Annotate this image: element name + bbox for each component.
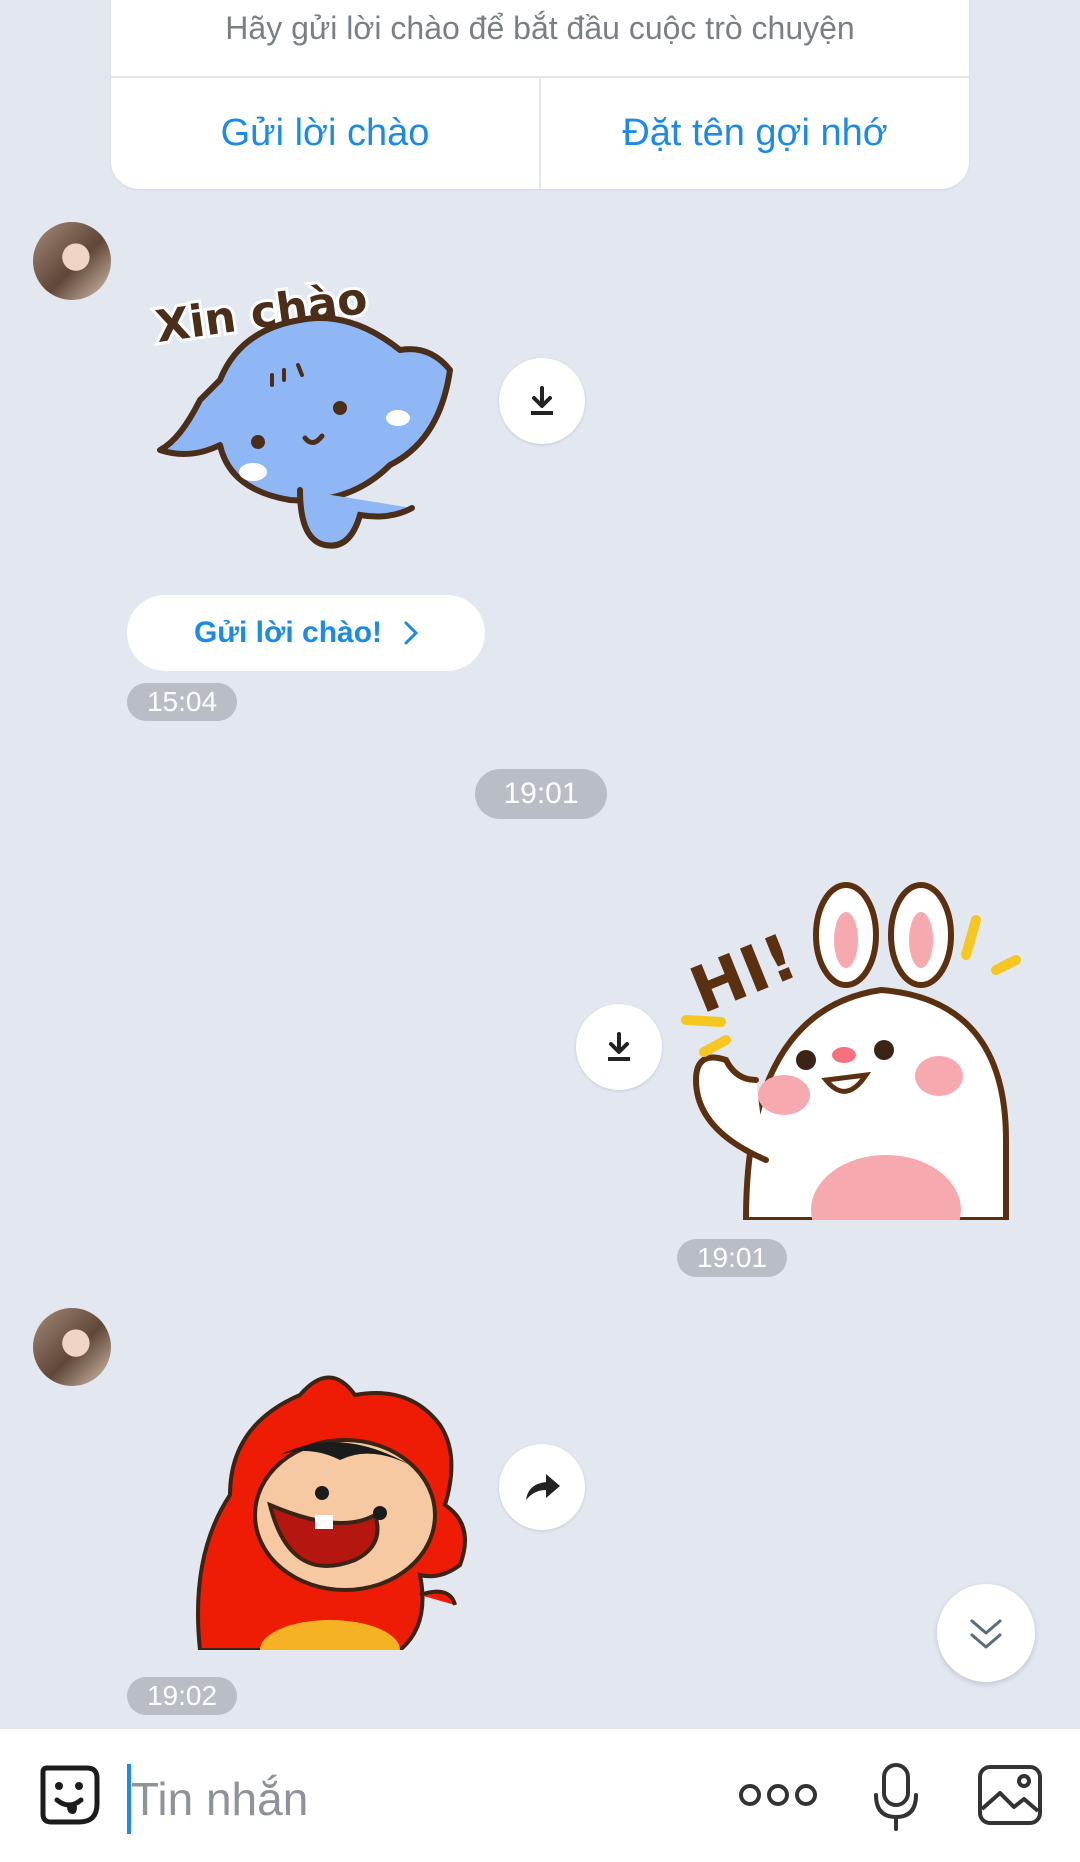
greeting-reply-button[interactable]: Gửi lời chào! (127, 595, 485, 671)
greeting-reply-label: Gửi lời chào! (193, 616, 383, 649)
sticker-caption: HI! (681, 920, 808, 1029)
download-button[interactable] (499, 358, 585, 444)
download-icon (531, 386, 553, 415)
message-time: 19:01 (677, 1239, 787, 1277)
message-time: 15:04 (127, 683, 237, 721)
sticker-emoji-icon (40, 1765, 100, 1825)
emoji-sticker-button[interactable] (34, 1759, 106, 1831)
set-nickname-button[interactable]: Đặt tên gợi nhớ (541, 78, 969, 189)
avatar[interactable] (33, 222, 111, 300)
scroll-to-bottom-button[interactable] (937, 1584, 1035, 1682)
message-input[interactable] (127, 1769, 691, 1829)
microphone-icon (874, 1763, 918, 1831)
sticker-xin-chao[interactable]: Xin chào (150, 250, 470, 550)
download-button[interactable] (576, 1004, 662, 1090)
send-greeting-button[interactable]: Gửi lời chào (111, 78, 539, 189)
time-divider: 19:01 (475, 769, 607, 819)
image-button[interactable] (974, 1759, 1046, 1831)
intro-subtitle: Hãy gửi lời chào để bắt đầu cuộc trò chu… (225, 10, 855, 46)
forward-button[interactable] (499, 1444, 585, 1530)
chevron-right-icon (404, 621, 419, 645)
microphone-button[interactable] (866, 1757, 926, 1837)
sticker-hi[interactable]: HI! (676, 880, 1036, 1220)
download-icon (608, 1032, 630, 1061)
message-composer (0, 1728, 1080, 1862)
forward-icon (526, 1474, 560, 1500)
image-gallery-icon (978, 1765, 1042, 1825)
more-dots-icon (739, 1784, 817, 1806)
double-chevron-down-icon (970, 1619, 1002, 1649)
avatar[interactable] (33, 1308, 111, 1386)
message-time: 19:02 (127, 1677, 237, 1715)
intro-card: Hãy gửi lời chào để bắt đầu cuộc trò chu… (111, 0, 969, 189)
sticker-red-girl[interactable] (190, 1365, 480, 1650)
more-button[interactable] (736, 1769, 820, 1821)
